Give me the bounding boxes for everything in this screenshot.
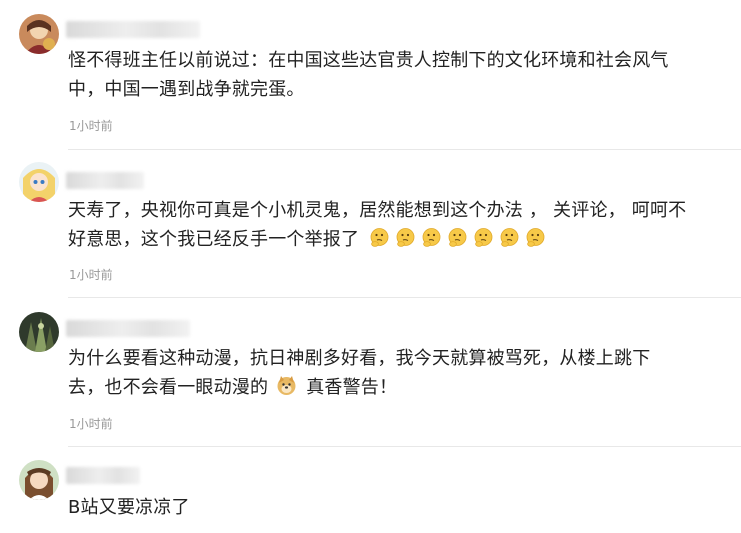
comment-text-line-1: 为什么要看这种动漫，抗日神剧多好看，我今天就算被骂死，从楼上跳下 — [68, 348, 651, 369]
thinking-face-emoji-icon — [421, 227, 442, 248]
thinking-face-emoji-icon — [395, 227, 416, 248]
comment-text: 为什么要看这种动漫，抗日神剧多好看，我今天就算被骂死，从楼上跳下 去，也不会看一… — [68, 344, 738, 402]
comment-text-line-2: 去，也不会看一眼动漫的 真香警告！ — [68, 373, 738, 402]
thinking-face-emoji-icon — [473, 227, 494, 248]
comment-text-line-2-text: 去，也不会看一眼动漫的 — [68, 377, 269, 398]
username-blurred[interactable] — [66, 320, 190, 337]
divider — [68, 446, 741, 447]
comment-text-suffix: 真香警告！ — [306, 377, 398, 398]
username-blurred[interactable] — [66, 21, 200, 38]
thinking-face-emoji-icon — [525, 227, 546, 248]
comment-text: B站又要凉凉了 — [68, 493, 738, 522]
username-blurred[interactable] — [66, 172, 144, 189]
comment-text-line-2: 好意思，这个我已经反手一个举报了 — [68, 225, 738, 254]
avatar[interactable] — [19, 312, 59, 352]
divider — [68, 149, 741, 150]
avatar[interactable] — [19, 162, 59, 202]
avatar[interactable] — [19, 460, 59, 500]
avatar[interactable] — [19, 14, 59, 54]
doge-emoji-icon — [276, 375, 297, 396]
thinking-face-emoji-icon — [369, 227, 390, 248]
emoji-group — [369, 227, 551, 250]
comment-text: 怪不得班主任以前说过：在中国这些达官贵人控制下的文化环境和社会风气 中，中国一遇… — [68, 46, 738, 104]
thinking-face-emoji-icon — [447, 227, 468, 248]
comment-text-line-2: 中，中国一遇到战争就完蛋。 — [68, 79, 305, 100]
comment-text-line-1: B站又要凉凉了 — [68, 497, 190, 518]
comment-text-line-1: 天寿了，央视你可真是个小机灵鬼，居然能想到这个办法 ， 关评论， 呵呵不 — [68, 200, 687, 221]
thinking-face-emoji-icon — [499, 227, 520, 248]
username-blurred[interactable] — [66, 467, 140, 484]
comment-time: 1小时前 — [69, 119, 113, 133]
comment-text-line-2-text: 好意思，这个我已经反手一个举报了 — [68, 229, 360, 250]
comment-text-line-1: 怪不得班主任以前说过：在中国这些达官贵人控制下的文化环境和社会风气 — [68, 50, 669, 71]
divider — [68, 297, 741, 298]
comment-time: 1小时前 — [69, 268, 113, 282]
comment-text: 天寿了，央视你可真是个小机灵鬼，居然能想到这个办法 ， 关评论， 呵呵不 好意思… — [68, 196, 738, 254]
comment-time: 1小时前 — [69, 417, 113, 431]
